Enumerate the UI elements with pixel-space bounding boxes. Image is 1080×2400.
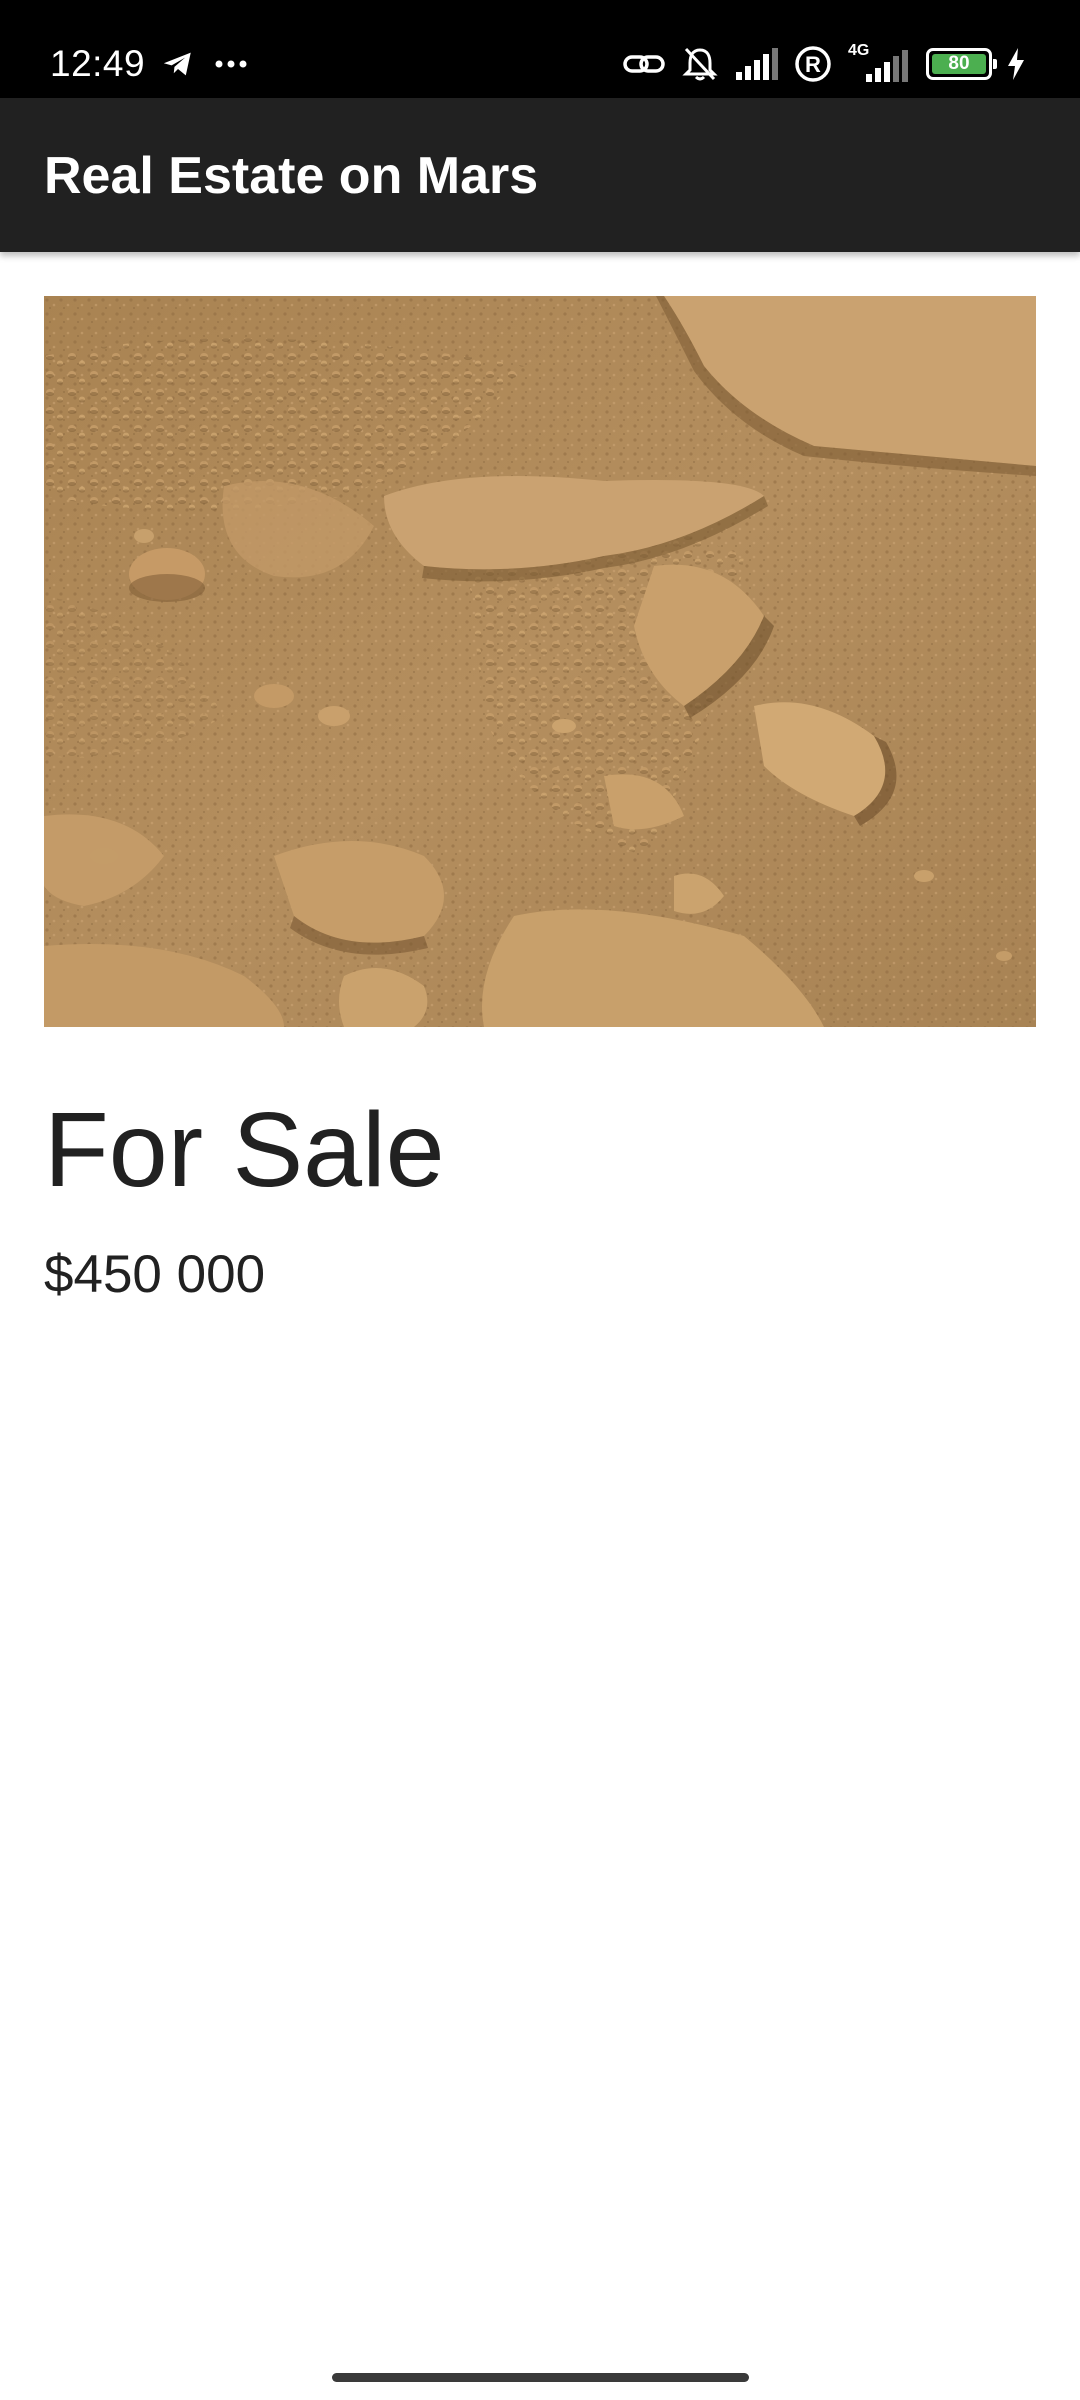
status-bar: 12:49 R 4G 80 [0, 0, 1080, 98]
status-time: 12:49 [50, 43, 146, 84]
listing-type: For Sale [44, 1091, 445, 1209]
home-indicator[interactable] [332, 2373, 749, 2382]
status-left-icons [160, 44, 248, 84]
app-bar: Real Estate on Mars [0, 98, 1080, 252]
charging-icon [1006, 47, 1026, 81]
signal-icon [734, 48, 780, 80]
signal-4g-icon: 4G [846, 42, 912, 82]
battery-icon: 80 [926, 48, 997, 80]
app-title: Real Estate on Mars [44, 147, 539, 205]
registered-icon: R [794, 45, 832, 83]
mars-surface-image [44, 296, 1036, 1027]
svg-text:R: R [805, 52, 821, 77]
battery-level: 80 [932, 53, 986, 74]
status-right-icons: R 4G 80 [622, 42, 1026, 84]
listing-price: $450 000 [44, 1245, 266, 1304]
telegram-icon [160, 47, 196, 81]
link-icon [622, 47, 666, 81]
listing-image[interactable] [44, 296, 1036, 1027]
more-dots-icon [214, 58, 248, 70]
muted-bell-icon [680, 45, 720, 83]
